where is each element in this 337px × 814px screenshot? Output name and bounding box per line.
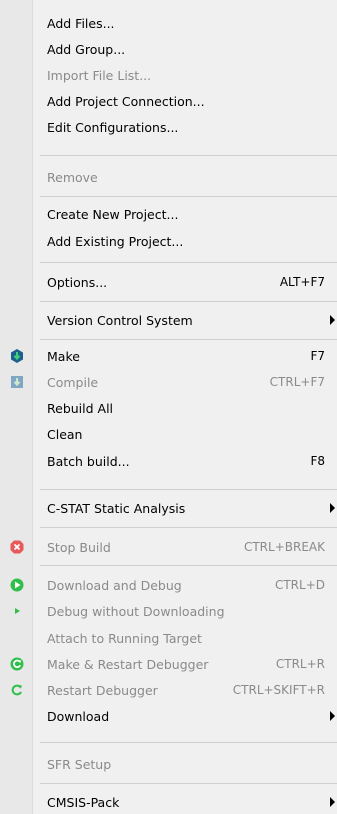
menu-item-add-project-connection[interactable]: Add Project Connection... [0, 91, 337, 111]
menu-item-label: CMSIS-Pack [47, 794, 120, 810]
menu-item-label: Add Project Connection... [47, 93, 205, 109]
menu-item-make-restart-debugger[interactable]: Make & Restart Debugger CTRL+R [0, 654, 337, 674]
menu-item-cstat-static-analysis[interactable]: C-STAT Static Analysis [0, 498, 337, 518]
menu-item-version-control-system[interactable]: Version Control System [0, 310, 337, 330]
download-debug-icon [10, 578, 24, 592]
stop-build-icon [10, 540, 24, 554]
menu-item-label: Edit Configurations... [47, 119, 179, 135]
menu-separator [40, 489, 337, 490]
menu-item-label: Debug without Downloading [47, 603, 225, 619]
menu-item-debug-without-downloading[interactable]: Debug without Downloading [0, 601, 337, 621]
menu-item-sfr-setup[interactable]: SFR Setup [0, 754, 337, 774]
menu-item-label: Rebuild All [47, 400, 114, 416]
menu-item-compile[interactable]: Compile CTRL+F7 [0, 372, 337, 392]
menu-item-shortcut: CTRL+SKIFT+R [232, 683, 325, 697]
menu-item-label: Download [47, 708, 110, 724]
menu-separator [40, 527, 337, 528]
menu-item-attach-to-running-target[interactable]: Attach to Running Target [0, 628, 337, 648]
menu-item-label: Attach to Running Target [47, 630, 202, 646]
menu-item-label: Restart Debugger [47, 682, 158, 698]
menu-item-label: Add Files... [47, 15, 115, 31]
menu-item-label: Add Group... [47, 41, 126, 57]
menu-item-shortcut: F8 [310, 454, 325, 468]
menu-item-stop-build[interactable]: Stop Build CTRL+BREAK [0, 537, 337, 557]
submenu-arrow-icon [330, 315, 335, 325]
menu-item-restart-debugger[interactable]: Restart Debugger CTRL+SKIFT+R [0, 680, 337, 700]
restart-icon [10, 683, 24, 697]
menu-item-label: SFR Setup [47, 756, 112, 772]
menu-item-cmsis-pack[interactable]: CMSIS-Pack [0, 792, 337, 812]
menu-item-label: C-STAT Static Analysis [47, 500, 186, 516]
menu-item-add-existing-project[interactable]: Add Existing Project... [0, 231, 337, 251]
submenu-arrow-icon [330, 711, 335, 721]
menu-item-label: Create New Project... [47, 206, 179, 222]
menu-item-remove[interactable]: Remove [0, 167, 337, 187]
menu-item-shortcut: CTRL+BREAK [243, 540, 325, 554]
menu-separator [40, 301, 337, 302]
menu-item-clean[interactable]: Clean [0, 424, 337, 444]
submenu-arrow-icon [330, 797, 335, 807]
menu-item-add-group[interactable]: Add Group... [0, 39, 337, 59]
menu-item-label: Compile [47, 374, 99, 390]
menu-separator [40, 262, 337, 263]
menu-item-label: Version Control System [47, 312, 193, 328]
menu-item-make[interactable]: Make F7 [0, 346, 337, 366]
menu-item-label: Remove [47, 169, 98, 185]
menu-item-shortcut: CTRL+R [275, 657, 325, 671]
menu-item-label: Stop Build [47, 539, 111, 555]
menu-item-label: Clean [47, 426, 83, 442]
menu-item-import-file-list[interactable]: Import File List... [0, 65, 337, 85]
menu-separator [40, 783, 337, 784]
menu-item-label: Download and Debug [47, 577, 182, 593]
menu-item-create-new-project[interactable]: Create New Project... [0, 204, 337, 224]
menu-item-download[interactable]: Download [0, 706, 337, 726]
menu-separator [40, 742, 337, 743]
submenu-arrow-icon [330, 503, 335, 513]
context-menu: Add Files... Add Group... Import File Li… [0, 0, 337, 814]
menu-item-shortcut: CTRL+F7 [269, 375, 325, 389]
debug-no-download-icon [10, 604, 24, 618]
menu-item-label: Import File List... [47, 67, 152, 83]
menu-item-label: Options... [47, 274, 108, 290]
menu-item-add-files[interactable]: Add Files... [0, 13, 337, 33]
menu-separator [40, 565, 337, 566]
menu-item-label: Make & Restart Debugger [47, 656, 209, 672]
menu-item-shortcut: CTRL+D [274, 578, 325, 592]
menu-item-edit-configurations[interactable]: Edit Configurations... [0, 117, 337, 137]
menu-separator [40, 196, 337, 197]
menu-item-batch-build[interactable]: Batch build... F8 [0, 451, 337, 471]
compile-icon [10, 375, 24, 389]
menu-item-options[interactable]: Options... ALT+F7 [0, 272, 337, 292]
menu-separator [40, 339, 337, 340]
menu-item-shortcut: ALT+F7 [279, 275, 325, 289]
menu-separator [40, 155, 337, 156]
menu-item-shortcut: F7 [310, 349, 325, 363]
make-icon [10, 349, 24, 363]
menu-item-label: Make [47, 348, 80, 364]
menu-item-label: Add Existing Project... [47, 233, 184, 249]
menu-item-label: Batch build... [47, 453, 130, 469]
menu-item-download-and-debug[interactable]: Download and Debug CTRL+D [0, 575, 337, 595]
menu-item-rebuild-all[interactable]: Rebuild All [0, 398, 337, 418]
make-restart-icon [10, 657, 24, 671]
